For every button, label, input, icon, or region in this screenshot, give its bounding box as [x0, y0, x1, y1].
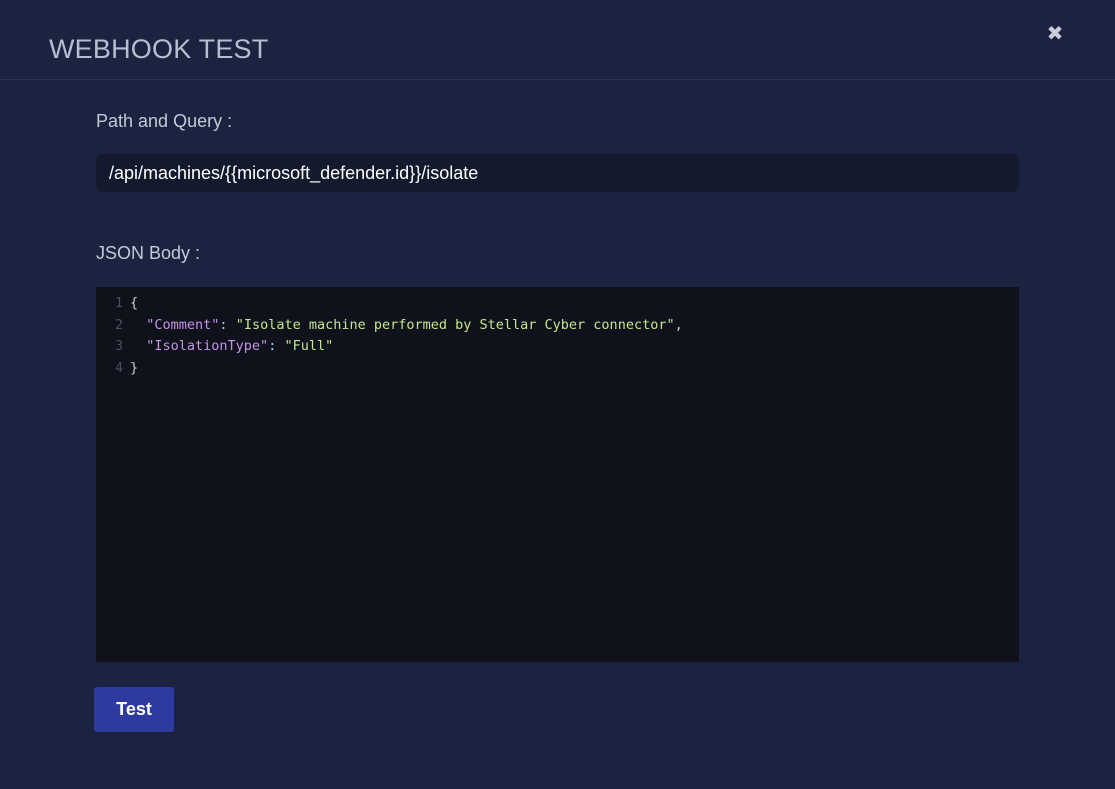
code-line: 4 }	[96, 358, 1019, 380]
modal-title: WEBHOOK TEST	[49, 34, 269, 64]
modal-header: WEBHOOK TEST ✖	[0, 0, 1115, 80]
line-number: 4	[115, 360, 123, 376]
line-number: 2	[115, 317, 123, 333]
json-colon: :	[219, 316, 236, 333]
close-brace: }	[130, 359, 139, 376]
json-key: "IsolationType"	[146, 338, 269, 354]
json-body-editor[interactable]: 1 { 2 "Comment": "Isolate machine perfor…	[96, 287, 1019, 662]
code-line: 3 "IsolationType": "Full"	[96, 336, 1019, 358]
open-brace: {	[130, 295, 139, 311]
test-button[interactable]: Test	[94, 687, 174, 732]
line-number: 3	[115, 339, 123, 354]
json-value: "Full"	[284, 338, 334, 354]
json-colon: :	[268, 338, 285, 354]
json-comma: ,	[674, 316, 683, 333]
path-query-input[interactable]	[96, 154, 1019, 192]
json-value: "Isolate machine performed by Stellar Cy…	[235, 316, 675, 333]
code-line: 2 "Comment": "Isolate machine performed …	[96, 315, 1019, 337]
json-body-label: JSON Body :	[96, 243, 201, 263]
json-key: "Comment"	[146, 316, 220, 333]
close-icon[interactable]: ✖	[1044, 21, 1066, 45]
code-line: 1 {	[96, 293, 1019, 315]
path-query-label: Path and Query :	[96, 111, 233, 131]
line-number: 1	[115, 296, 123, 311]
webhook-test-modal: WEBHOOK TEST ✖ Path and Query : JSON Bod…	[0, 0, 1115, 789]
